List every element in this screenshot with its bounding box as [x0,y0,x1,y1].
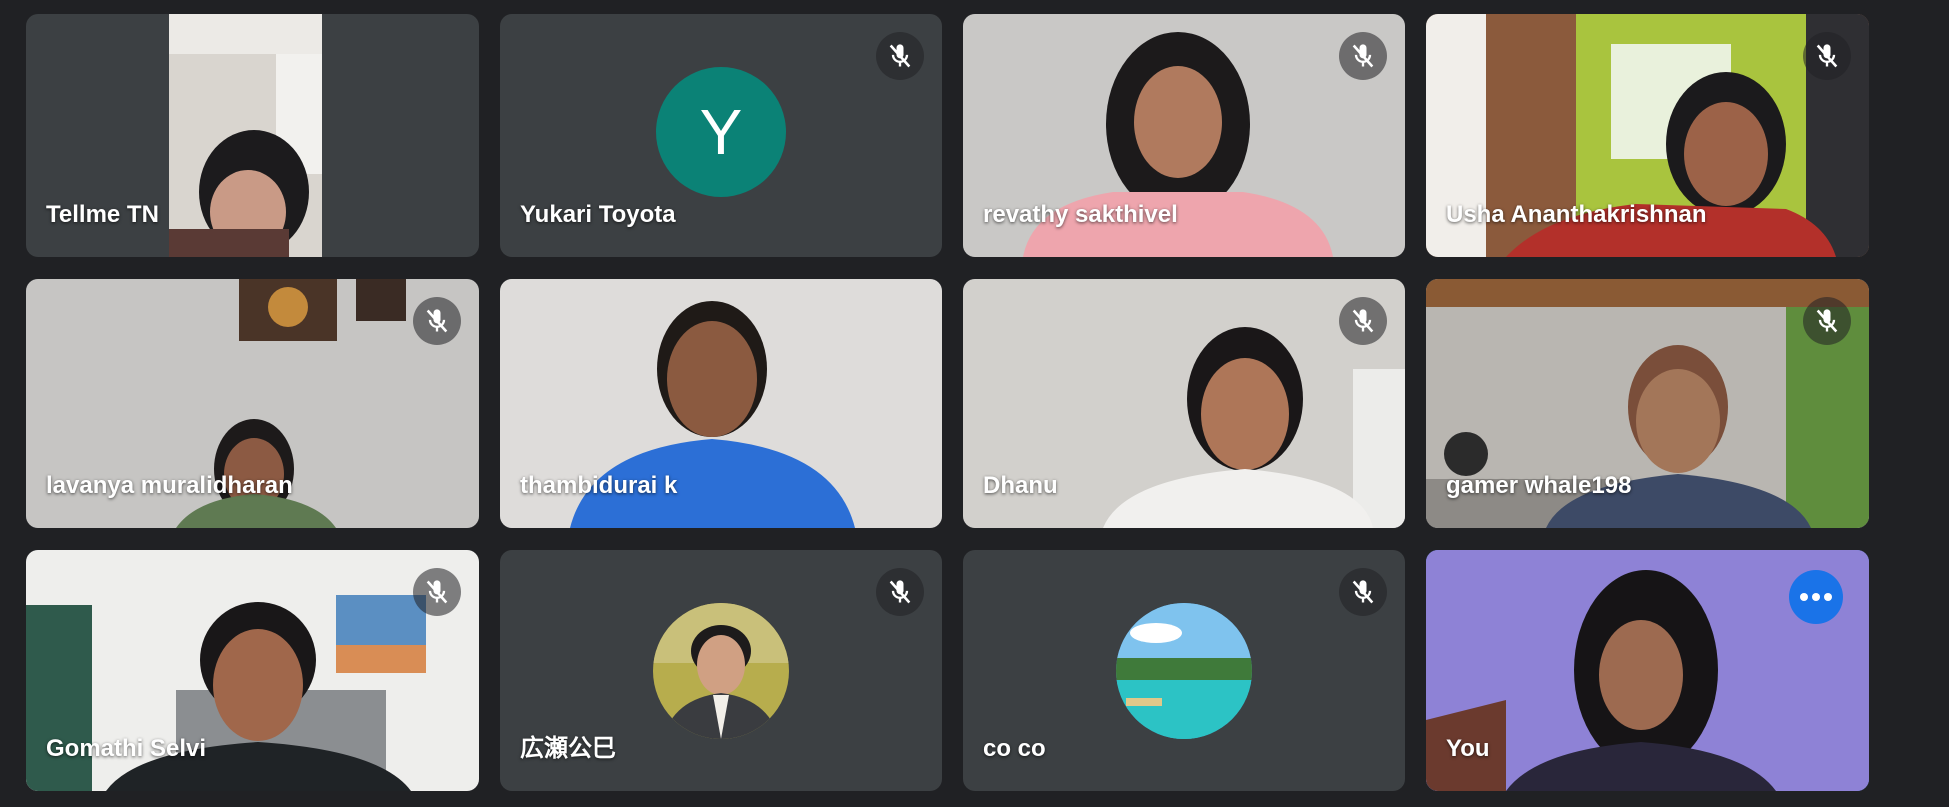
participant-name: 広瀬公巳 [520,735,616,762]
participant-name: thambidurai k [520,472,678,499]
participant-tile-thambidurai-k[interactable]: thambidurai k [500,279,942,528]
participant-name: You [1446,735,1490,762]
participant-tile-yukari-toyota[interactable]: Y Yukari Toyota [500,14,942,257]
mic-off-icon [1803,32,1851,80]
participant-tile-you[interactable]: You [1426,550,1869,791]
meeting-grid: Tellme TN Y Yukari Toyota revathy sakthi… [0,0,1949,807]
participant-name: Dhanu [983,472,1058,499]
participant-tile-hirose[interactable]: 広瀬公巳 [500,550,942,791]
participant-tile-dhanu[interactable]: Dhanu [963,279,1405,528]
participant-tile-revathy-sakthivel[interactable]: revathy sakthivel [963,14,1405,257]
participant-tile-gomathi-selvi[interactable]: Gomathi Selvi [26,550,479,791]
mic-off-icon [876,32,924,80]
participant-name: Usha Ananthakrishnan [1446,201,1707,228]
mic-off-icon [413,297,461,345]
avatar [1116,603,1252,739]
participant-name: lavanya muralidharan [46,472,293,499]
participant-name: Tellme TN [46,201,159,228]
participant-tile-gamer-whale198[interactable]: gamer whale198 [1426,279,1869,528]
mic-off-icon [876,568,924,616]
more-options-button[interactable] [1789,570,1843,624]
participant-name: revathy sakthivel [983,201,1178,228]
mic-off-icon [413,568,461,616]
participant-tile-co-co[interactable]: co co [963,550,1405,791]
mic-off-icon [1339,297,1387,345]
mic-off-icon [1803,297,1851,345]
participant-tile-usha-ananthakrishnan[interactable]: Usha Ananthakrishnan [1426,14,1869,257]
avatar [653,603,789,739]
participant-name: gamer whale198 [1446,472,1632,499]
more-options-icon [1800,593,1832,601]
mic-off-icon [1339,32,1387,80]
participant-tile-lavanya-muralidharan[interactable]: lavanya muralidharan [26,279,479,528]
participant-tile-tellme-tn[interactable]: Tellme TN [26,14,479,257]
avatar: Y [656,67,786,197]
mic-off-icon [1339,568,1387,616]
participant-name: Yukari Toyota [520,201,676,228]
participant-name: Gomathi Selvi [46,735,207,762]
participant-name: co co [983,735,1046,762]
